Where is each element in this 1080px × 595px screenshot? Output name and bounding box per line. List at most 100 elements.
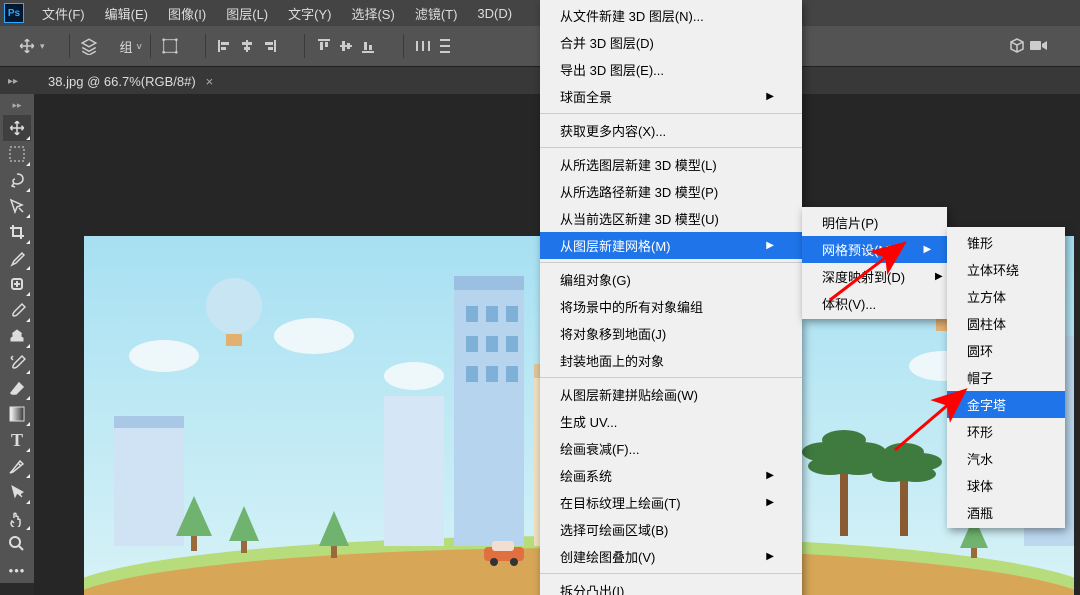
align-right-icon[interactable]	[258, 35, 280, 57]
menu-item-label: 从图层新建拼贴绘画(W)	[560, 385, 698, 404]
align-bottom-icon[interactable]	[357, 35, 379, 57]
align-middle-v-icon[interactable]	[335, 35, 357, 57]
brush-tool[interactable]	[3, 297, 31, 323]
align-left-icon[interactable]	[214, 35, 236, 57]
menu-item-label: 网格预设(M)	[822, 240, 894, 259]
edit-toolbar[interactable]: •••	[3, 557, 31, 583]
submenu-mesh-preset: 锥形立体环绕立方体圆柱体圆环帽子金字塔环形汽水球体酒瓶	[947, 227, 1065, 528]
collapse-toolbox-icon[interactable]: ▸▸	[12, 100, 21, 111]
submenu-mesh-item-2[interactable]: 深度映射到(D)▶	[802, 263, 947, 290]
lasso-tool[interactable]	[3, 167, 31, 193]
menu3d-item-21[interactable]: 在目标纹理上绘画(T)▶	[540, 489, 802, 516]
menu-layer[interactable]: 图层(L)	[216, 0, 278, 27]
menu-item-label: 从当前选区新建 3D 模型(U)	[560, 209, 719, 228]
menu-select[interactable]: 选择(S)	[341, 0, 404, 27]
menu-filter[interactable]: 滤镜(T)	[405, 0, 468, 27]
submenu-preset-item-6[interactable]: 金字塔	[947, 391, 1065, 418]
submenu-preset-item-9[interactable]: 球体	[947, 472, 1065, 499]
menu-image[interactable]: 图像(I)	[158, 0, 216, 27]
history-brush-tool[interactable]	[3, 349, 31, 375]
submenu-mesh-item-0[interactable]: 明信片(P)	[802, 209, 947, 236]
menu3d-item-10[interactable]: 从图层新建网格(M)▶	[540, 232, 802, 259]
menu3d-item-25[interactable]: 拆分凸出(I)	[540, 577, 802, 595]
submenu-preset-item-1[interactable]: 立体环绕	[947, 256, 1065, 283]
menu3d-item-18[interactable]: 生成 UV...	[540, 408, 802, 435]
expand-tabs-icon[interactable]: ▸▸	[8, 76, 18, 87]
menu3d-item-1[interactable]: 合并 3D 图层(D)	[540, 29, 802, 56]
submenu-preset-item-4[interactable]: 圆环	[947, 337, 1065, 364]
clone-stamp-tool[interactable]	[3, 323, 31, 349]
submenu-preset-item-10[interactable]: 酒瓶	[947, 499, 1065, 526]
menu3d-item-7[interactable]: 从所选图层新建 3D 模型(L)	[540, 151, 802, 178]
menu-item-label: 从文件新建 3D 图层(N)...	[560, 6, 704, 25]
submenu-preset-item-2[interactable]: 立方体	[947, 283, 1065, 310]
type-tool[interactable]: T	[3, 427, 31, 453]
direct-select-tool[interactable]	[3, 479, 31, 505]
menu-3d[interactable]: 3D(D)	[467, 2, 522, 25]
3d-mode-icon[interactable]	[1006, 35, 1028, 57]
quick-select-tool[interactable]	[3, 193, 31, 219]
submenu-mesh-item-3[interactable]: 体积(V)...	[802, 290, 947, 317]
menu3d-item-2[interactable]: 导出 3D 图层(E)...	[540, 56, 802, 83]
pen-tool[interactable]	[3, 453, 31, 479]
menu-item-label: 封装地面上的对象	[560, 351, 664, 370]
menu3d-item-20[interactable]: 绘画系统▶	[540, 462, 802, 489]
eyedropper-tool[interactable]	[3, 245, 31, 271]
eraser-tool[interactable]	[3, 375, 31, 401]
separator	[304, 34, 305, 58]
hand-tool[interactable]	[3, 505, 31, 531]
menu3d-item-5[interactable]: 获取更多内容(X)...	[540, 117, 802, 144]
submenu-arrow-icon: ▶	[766, 91, 774, 102]
menu3d-item-23[interactable]: 创建绘图叠加(V)▶	[540, 543, 802, 570]
marquee-tool[interactable]	[3, 141, 31, 167]
menu3d-item-17[interactable]: 从图层新建拼贴绘画(W)	[540, 381, 802, 408]
menu-3d-dropdown: 从文件新建 3D 图层(N)... 合并 3D 图层(D)导出 3D 图层(E).…	[540, 0, 802, 595]
camera-icon[interactable]	[1028, 35, 1050, 57]
menu-item-label: 将对象移到地面(J)	[560, 324, 666, 343]
document-tab[interactable]: 38.jpg @ 66.7%(RGB/8#) ×	[38, 70, 223, 93]
menu3d-item-8[interactable]: 从所选路径新建 3D 模型(P)	[540, 178, 802, 205]
separator	[205, 34, 206, 58]
tool-preset-button[interactable]: ▾	[16, 35, 45, 57]
menu-file[interactable]: 文件(F)	[32, 0, 95, 27]
menu-item-label: 从所选图层新建 3D 模型(L)	[560, 155, 717, 174]
menu3d-item-15[interactable]: 封装地面上的对象	[540, 347, 802, 374]
align-center-h-icon[interactable]	[236, 35, 258, 57]
menu3d-item-0[interactable]: 从文件新建 3D 图层(N)...	[540, 2, 802, 29]
menu3d-item-12[interactable]: 编组对象(G)	[540, 266, 802, 293]
distribute-h-icon[interactable]	[412, 35, 434, 57]
chevron-down-icon: ▾	[40, 41, 45, 52]
submenu-preset-item-8[interactable]: 汽水	[947, 445, 1065, 472]
chevron-down-icon[interactable]: ⅴ	[137, 41, 142, 52]
menu3d-item-14[interactable]: 将对象移到地面(J)	[540, 320, 802, 347]
zoom-tool[interactable]	[3, 531, 31, 557]
menu-separator	[540, 113, 802, 114]
submenu-preset-item-5[interactable]: 帽子	[947, 364, 1065, 391]
auto-select-toggle[interactable]	[78, 35, 100, 57]
gradient-tool[interactable]	[3, 401, 31, 427]
menu-item-label: 环形	[967, 422, 993, 441]
menu-item-label: 球面全景	[560, 87, 612, 106]
menu3d-item-22[interactable]: 选择可绘画区域(B)	[540, 516, 802, 543]
submenu-preset-item-0[interactable]: 锥形	[947, 229, 1065, 256]
submenu-preset-item-3[interactable]: 圆柱体	[947, 310, 1065, 337]
distribute-v-icon[interactable]	[434, 35, 456, 57]
menu-type[interactable]: 文字(Y)	[278, 0, 341, 27]
group-select-label: 组	[120, 37, 133, 56]
submenu-preset-item-7[interactable]: 环形	[947, 418, 1065, 445]
align-top-icon[interactable]	[313, 35, 335, 57]
submenu-mesh-item-1[interactable]: 网格预设(M)▶	[802, 236, 947, 263]
transform-controls-icon[interactable]	[159, 35, 181, 57]
crop-tool[interactable]	[3, 219, 31, 245]
menu3d-item-3[interactable]: 球面全景 ▶	[540, 83, 802, 110]
close-tab-button[interactable]: ×	[206, 74, 214, 89]
menu3d-item-9[interactable]: 从当前选区新建 3D 模型(U)	[540, 205, 802, 232]
menu3d-item-19[interactable]: 绘画衰减(F)...	[540, 435, 802, 462]
move-tool[interactable]	[3, 115, 31, 141]
menu-edit[interactable]: 编辑(E)	[95, 0, 158, 27]
spot-heal-tool[interactable]	[3, 271, 31, 297]
menu3d-item-13[interactable]: 将场景中的所有对象编组	[540, 293, 802, 320]
menu-item-label: 金字塔	[967, 395, 1006, 414]
toolbox: ▸▸ T •••	[0, 94, 34, 583]
menu-item-label: 立方体	[967, 287, 1006, 306]
